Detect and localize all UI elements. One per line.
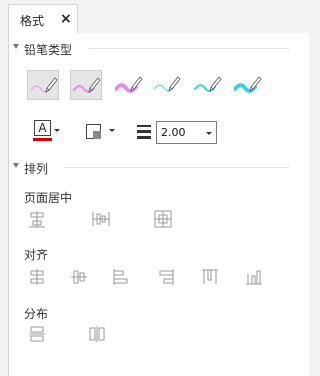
- section-arrange-title: 排列: [24, 162, 49, 176]
- align-top-icon[interactable]: [157, 268, 175, 286]
- section-divider: [64, 167, 289, 168]
- pencil-medium-pink-option[interactable]: [70, 70, 102, 100]
- center-vertical-icon[interactable]: [92, 210, 110, 228]
- line-width-value: 2.00: [161, 126, 186, 139]
- pencil-stroke-icon: [115, 76, 143, 93]
- tab-format[interactable]: 格式 ×: [8, 4, 78, 34]
- pencil-stroke-icon: [153, 76, 181, 92]
- pencil-thin-pink-option[interactable]: [27, 70, 59, 100]
- text-color-swatch: [33, 138, 52, 141]
- pencil-stroke-icon: [234, 76, 262, 93]
- pencil-thin-cyan-option[interactable]: [151, 70, 183, 100]
- center-horizontal-icon[interactable]: [28, 210, 46, 228]
- format-panel: 铅笔类型 A 2.00 排列 页面居中 对齐 分布: [8, 33, 309, 376]
- pencil-thick-pink-option[interactable]: [113, 70, 145, 100]
- group-align-label: 对齐: [24, 248, 49, 262]
- text-color-glyph: A: [34, 120, 51, 136]
- tab-bar: 格式 ×: [0, 0, 309, 34]
- distribute-vertical-icon[interactable]: [88, 325, 106, 343]
- section-divider: [89, 48, 289, 49]
- align-bottom-icon[interactable]: [245, 268, 263, 286]
- distribute-horizontal-icon[interactable]: [28, 325, 46, 343]
- line-width-icon: [137, 124, 151, 140]
- center-both-icon[interactable]: [154, 210, 172, 228]
- fill-color-icon: [86, 124, 101, 139]
- group-center-label: 页面居中: [24, 191, 73, 205]
- align-left-icon[interactable]: [28, 268, 46, 286]
- pencil-medium-cyan-option[interactable]: [192, 70, 224, 100]
- align-right-icon[interactable]: [112, 268, 130, 286]
- fill-color-button[interactable]: [86, 122, 118, 142]
- section-pencil-type-title: 铅笔类型: [24, 43, 73, 57]
- pencil-stroke-icon: [73, 77, 101, 93]
- line-width-select[interactable]: 2.00: [156, 121, 217, 144]
- pencil-thick-cyan-option[interactable]: [232, 70, 264, 100]
- chevron-down-icon[interactable]: [206, 132, 212, 135]
- tab-format-label: 格式: [20, 14, 45, 28]
- chevron-down-icon[interactable]: [54, 129, 60, 132]
- align-center-icon[interactable]: [70, 268, 88, 286]
- group-distribute-label: 分布: [24, 307, 49, 321]
- collapse-triangle-icon[interactable]: [13, 163, 19, 168]
- pencil-stroke-icon: [194, 76, 222, 92]
- section-arrange[interactable]: 排列: [9, 160, 289, 178]
- section-pencil-type[interactable]: 铅笔类型: [9, 41, 289, 59]
- close-icon[interactable]: ×: [60, 11, 72, 27]
- chevron-down-icon[interactable]: [109, 129, 115, 132]
- pencil-stroke-icon: [30, 77, 58, 93]
- text-color-button[interactable]: A: [32, 120, 60, 144]
- collapse-triangle-icon[interactable]: [13, 44, 19, 49]
- align-middle-icon[interactable]: [201, 268, 219, 286]
